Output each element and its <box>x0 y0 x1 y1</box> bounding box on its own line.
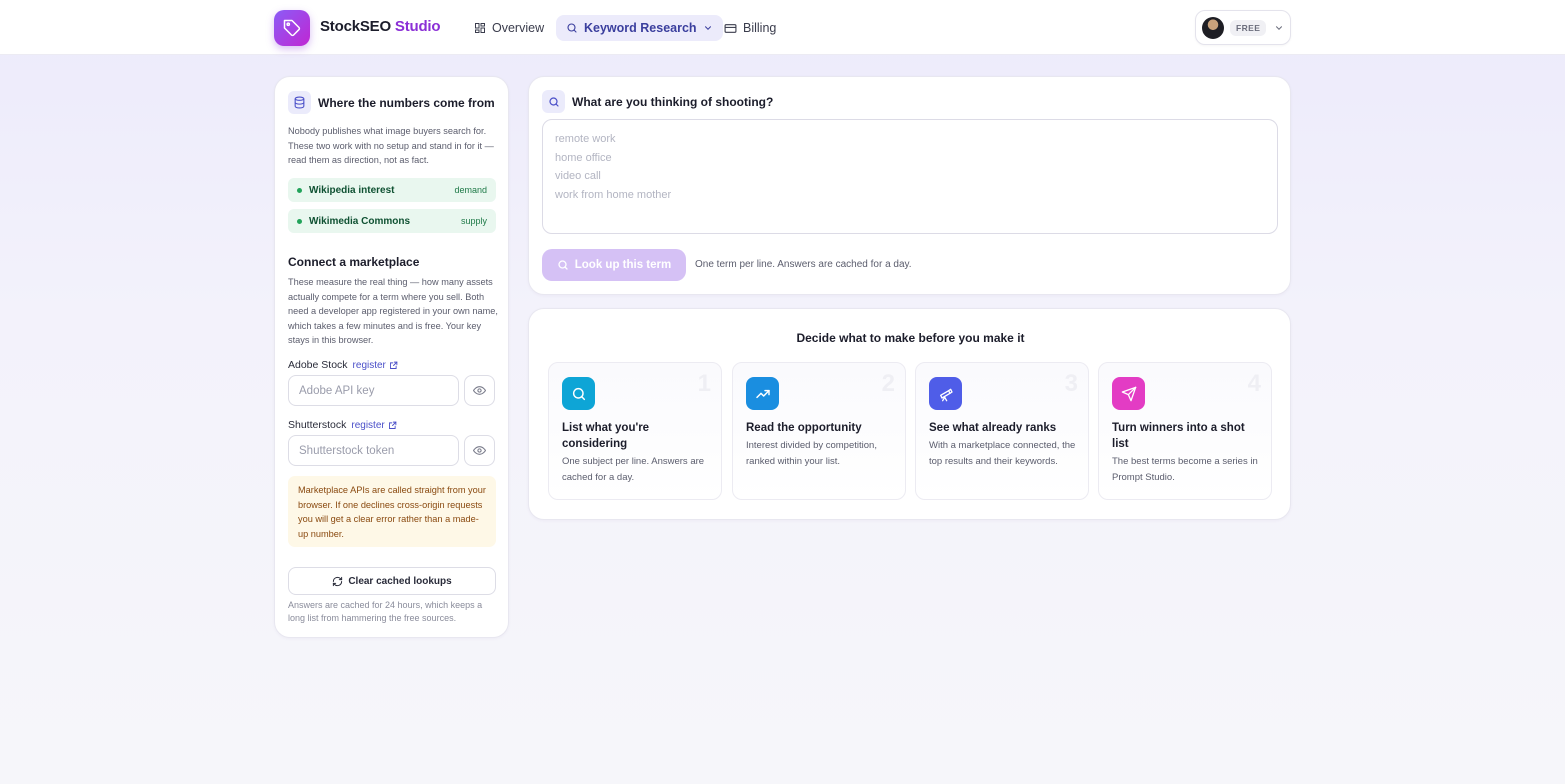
query-header: What are you thinking of shooting? <box>542 90 773 113</box>
shutterstock-label: Shutterstock register <box>288 419 397 431</box>
avatar <box>1202 16 1224 39</box>
source-tag: demand <box>454 185 487 195</box>
brand-name: StockSEO <box>320 18 391 35</box>
nav-overview-label: Overview <box>492 21 545 35</box>
nav-overview[interactable]: Overview <box>464 15 554 41</box>
nav-billing[interactable]: Billing <box>714 15 786 41</box>
adobe-api-key-input[interactable] <box>288 375 459 406</box>
lookup-button[interactable]: Look up this term <box>542 249 686 281</box>
adobe-register-link[interactable]: register <box>353 360 398 371</box>
sources-panel: Where the numbers come from Nobody publi… <box>274 76 509 638</box>
credit-card-icon <box>724 23 737 33</box>
source-wikimedia: Wikimedia Commons supply <box>288 209 496 233</box>
send-icon <box>1112 377 1145 410</box>
adobe-label-text: Adobe Stock <box>288 359 348 371</box>
status-dot <box>297 218 302 224</box>
eye-icon <box>473 446 486 455</box>
step-number: 2 <box>881 370 895 397</box>
app-brand[interactable]: StockSEO Studio <box>320 18 441 35</box>
sources-header: Where the numbers come from <box>288 91 495 114</box>
lookup-button-label: Look up this term <box>574 259 672 271</box>
search-icon <box>558 260 568 270</box>
shutterstock-label-text: Shutterstock <box>288 419 347 431</box>
eye-icon <box>473 386 486 395</box>
cors-warning: Marketplace APIs are called straight fro… <box>288 476 496 547</box>
step-description: One subject per line. Answers are cached… <box>562 456 705 484</box>
step-number: 3 <box>1064 370 1078 397</box>
marketplace-description: These measure the real thing — how many … <box>288 277 498 346</box>
refresh-icon <box>333 576 343 586</box>
source-wikipedia: Wikipedia interest demand <box>288 178 496 202</box>
step-card-3: 3 See what already ranks With a marketpl… <box>915 362 1089 500</box>
marketplace-title: Connect a marketplace <box>288 255 420 269</box>
external-link-icon <box>389 361 398 369</box>
step-card-1: 1 List what you're considering One subje… <box>548 362 722 500</box>
step-description: The best terms become a series in Prompt… <box>1112 456 1258 484</box>
step-number: 4 <box>1247 370 1261 397</box>
steps-title: Decide what to make before you make it <box>796 331 1025 345</box>
telescope-icon <box>929 377 962 410</box>
nav-keyword-research[interactable]: Keyword Research <box>556 15 723 41</box>
source-name: Wikimedia Commons <box>309 215 411 227</box>
clear-cache-button[interactable]: Clear cached lookups <box>288 567 496 595</box>
chevron-down-icon <box>1275 25 1283 30</box>
shutterstock-token-input[interactable] <box>288 435 459 466</box>
adobe-show-key-button[interactable] <box>464 375 495 406</box>
search-icon <box>542 90 565 113</box>
adobe-register-text: register <box>352 359 386 371</box>
account-menu[interactable]: FREE <box>1195 10 1291 45</box>
sources-title: Where the numbers come from <box>318 95 495 110</box>
step-title: Turn winners into a shot list <box>1112 422 1245 450</box>
shutterstock-show-token-button[interactable] <box>464 435 495 466</box>
step-card-2: 2 Read the opportunity Interest divided … <box>732 362 906 500</box>
step-card-4: 4 Turn winners into a shot list The best… <box>1098 362 1272 500</box>
trending-up-icon <box>746 377 779 410</box>
shutterstock-register-text: register <box>351 419 385 431</box>
top-bar: StockSEO Studio Overview Keyword Researc… <box>0 0 1565 55</box>
plan-badge: FREE <box>1230 19 1267 36</box>
sources-description: Nobody publishes what image buyers searc… <box>288 126 494 166</box>
grid-icon <box>475 23 485 33</box>
tag-icon <box>283 19 301 37</box>
step-description: Interest divided by competition, ranked … <box>746 440 877 468</box>
source-name: Wikipedia interest <box>309 184 395 196</box>
clear-cache-label: Clear cached lookups <box>348 575 452 587</box>
app-logo[interactable] <box>274 10 310 46</box>
step-title: Read the opportunity <box>746 422 862 434</box>
shutterstock-register-link[interactable]: register <box>351 419 397 431</box>
nav-billing-label: Billing <box>743 21 777 35</box>
brand-accent: Studio <box>394 18 441 35</box>
query-panel: What are you thinking of shooting? Look … <box>528 76 1291 295</box>
steps-panel: Decide what to make before you make it 1… <box>528 308 1291 520</box>
query-title: What are you thinking of shooting? <box>572 94 774 109</box>
lookup-hint: One term per line. Answers are cached fo… <box>695 259 912 270</box>
external-link-icon <box>388 421 397 429</box>
source-tag: supply <box>460 216 487 226</box>
search-icon <box>562 377 595 410</box>
terms-input[interactable] <box>542 119 1278 234</box>
database-icon <box>288 91 311 114</box>
cache-footnote: Answers are cached for 24 hours, which k… <box>288 600 483 623</box>
step-title: List what you're considering <box>562 422 650 450</box>
status-dot <box>297 187 302 193</box>
adobe-label: Adobe Stock register <box>288 359 398 371</box>
search-icon <box>567 23 577 33</box>
step-description: With a marketplace connected, the top re… <box>929 440 1076 468</box>
nav-keyword-label: Keyword Research <box>584 21 697 35</box>
step-title: See what already ranks <box>929 422 1057 434</box>
step-number: 1 <box>697 370 711 397</box>
chevron-down-icon <box>704 26 711 30</box>
